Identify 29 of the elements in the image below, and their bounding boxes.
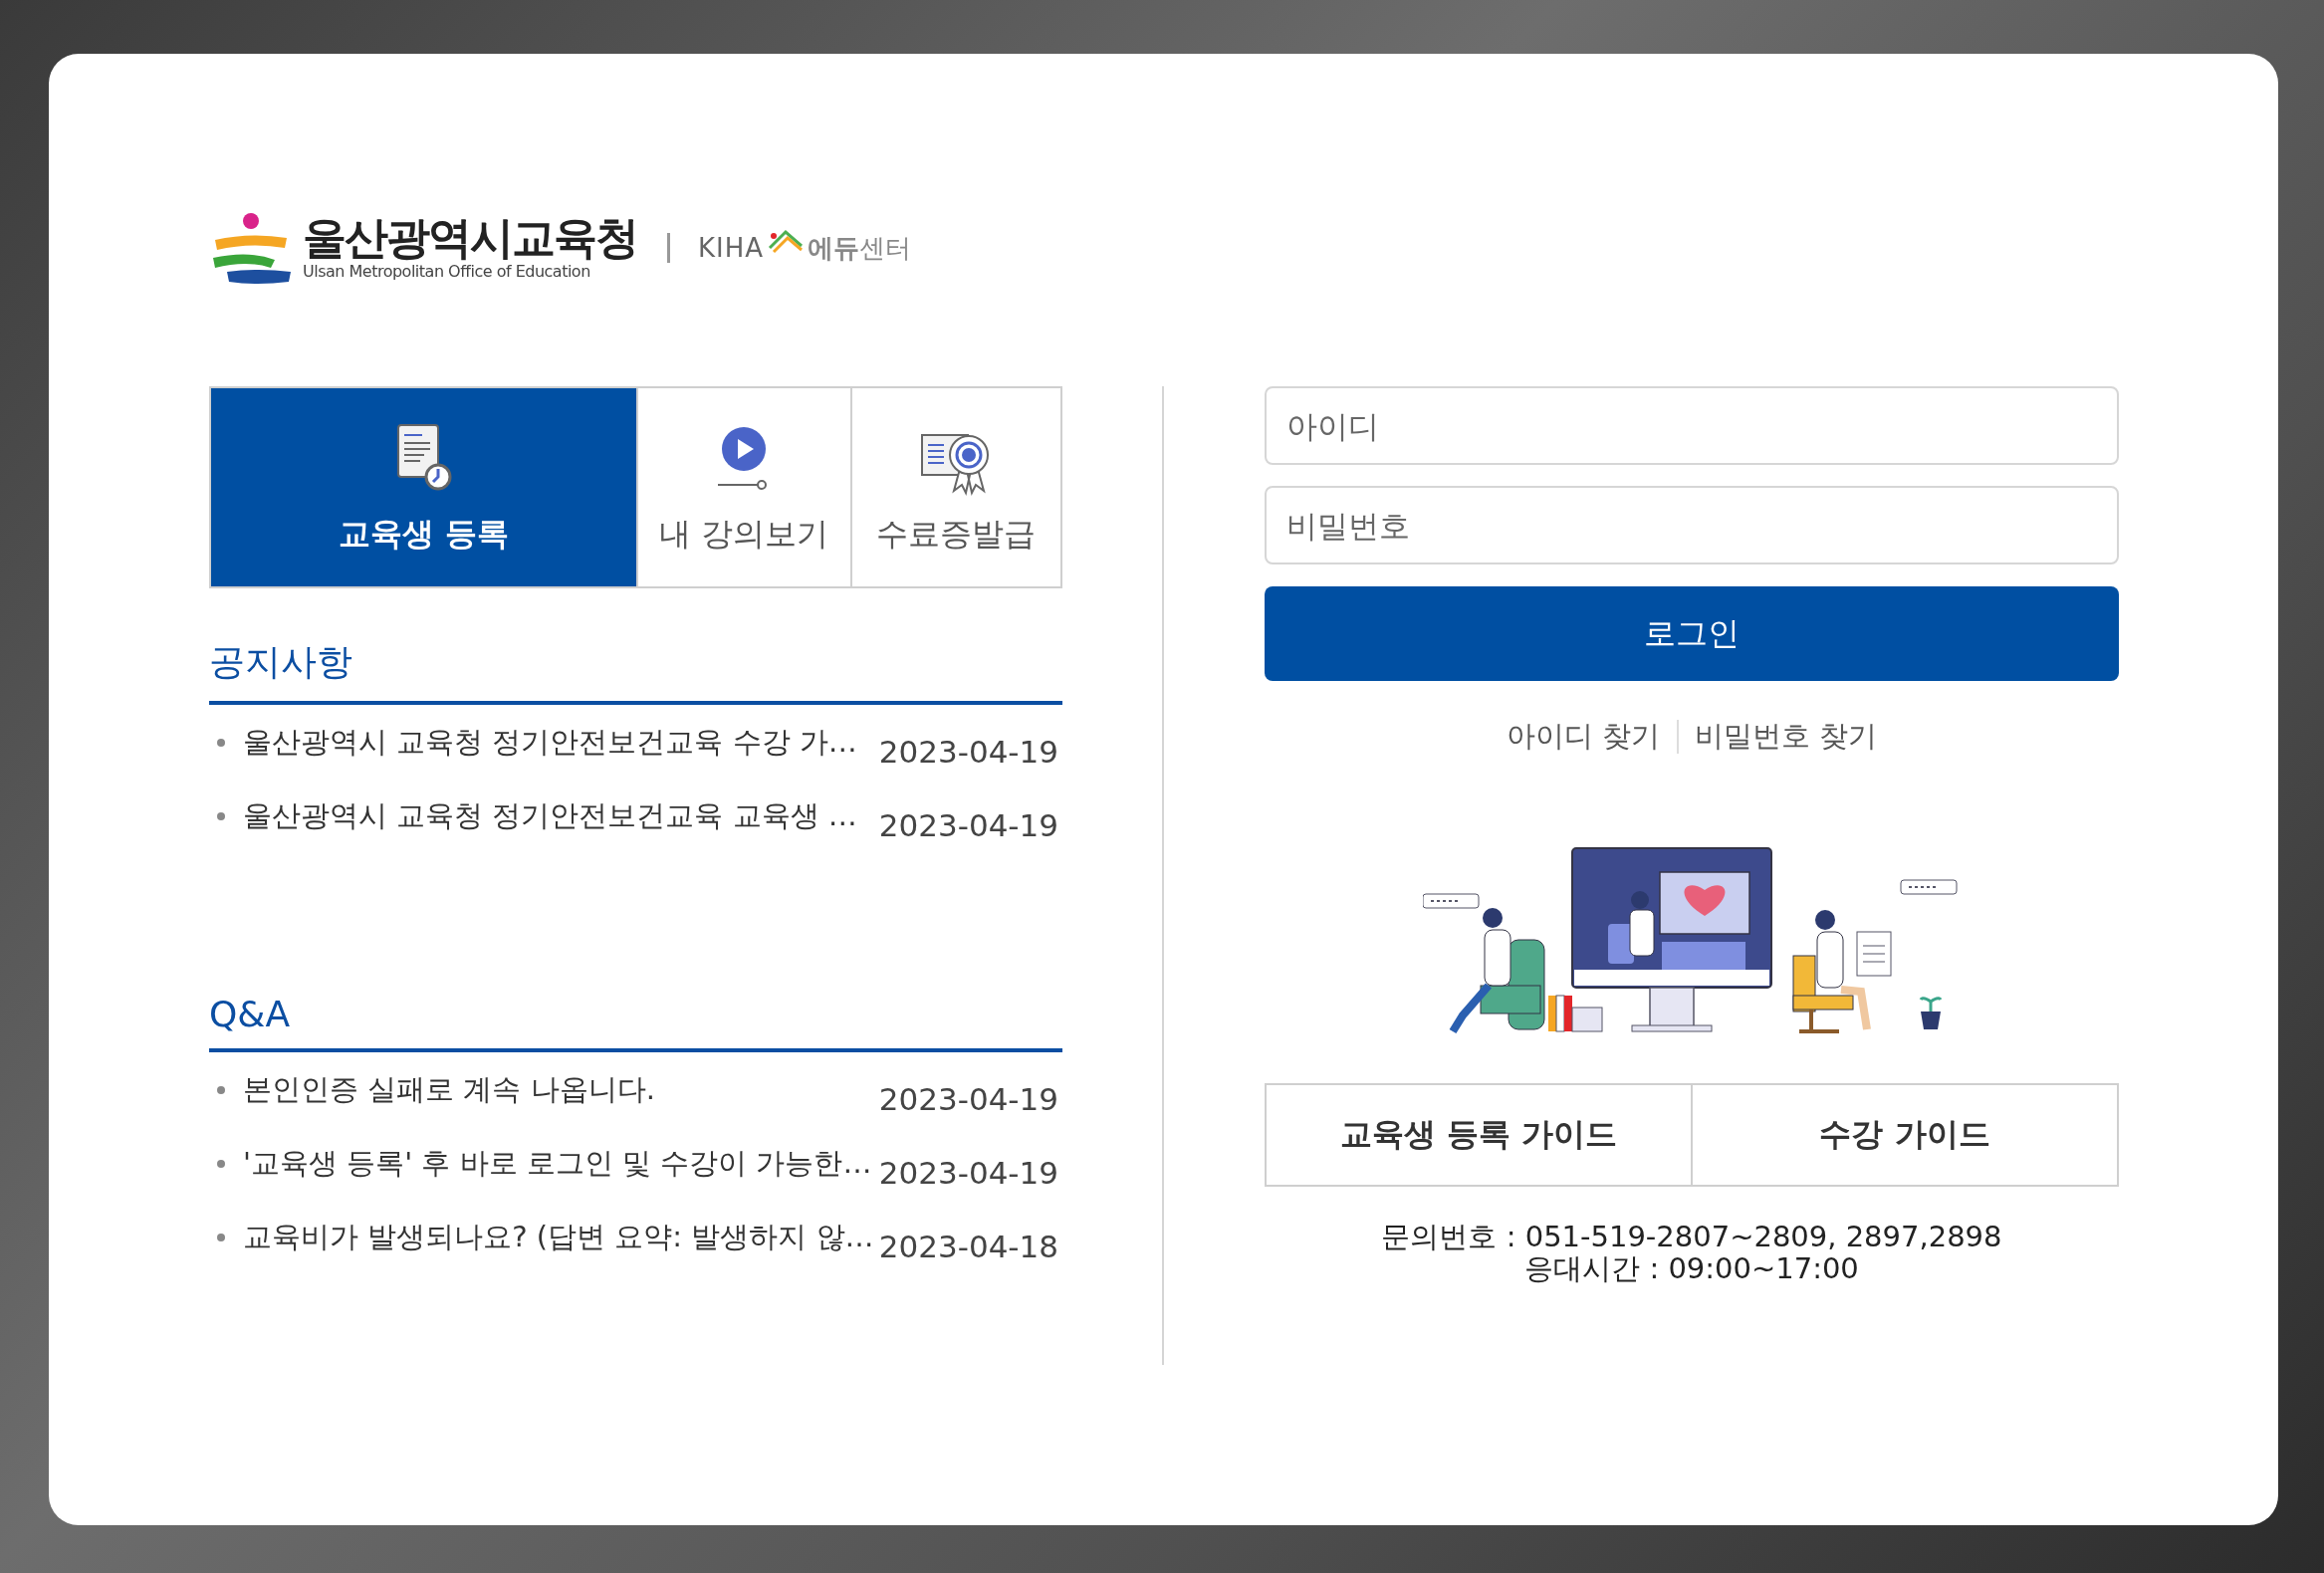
post-title-link[interactable]: 교육비가 발생되나요? (답변 요약: 발생하지 않…	[243, 1218, 879, 1275]
section-heading: 공지사항	[209, 638, 1062, 705]
post-title-link[interactable]: 본인인증 실패로 계속 나옵니다.	[243, 1070, 879, 1128]
bullet-icon	[217, 739, 225, 747]
post-date: 2023-04-19	[878, 1155, 1058, 1191]
edu-center-text: 에듀센터	[808, 231, 912, 265]
post-date: 2023-04-19	[878, 1081, 1058, 1117]
post-date: 2023-04-19	[878, 734, 1058, 770]
organization-name: 울산광역시교육청	[303, 215, 637, 262]
post-date: 2023-04-18	[878, 1229, 1058, 1264]
partner-name: KIHA	[698, 233, 765, 263]
post-title-link[interactable]: '교육생 등록' 후 바로 로그인 및 수강이 가능한…	[243, 1144, 879, 1202]
find-link[interactable]: 비밀번호 찾기	[1694, 717, 1877, 757]
post-title-link[interactable]: 울산광역시 교육청 정기안전보건교육 교육생 …	[243, 796, 879, 854]
id-field[interactable]: 아이디	[1265, 386, 2119, 465]
section-heading: Q&A	[209, 994, 1062, 1052]
post-title-link[interactable]: 울산광역시 교육청 정기안전보건교육 수강 가…	[243, 723, 879, 781]
bullet-icon	[217, 1086, 225, 1094]
bullet-icon	[217, 1160, 225, 1168]
post-date: 2023-04-19	[878, 807, 1058, 843]
menu-tab[interactable]: 교육생 등록	[211, 388, 636, 586]
bullet-icon	[217, 1234, 225, 1241]
password-field[interactable]: 비밀번호	[1265, 486, 2119, 564]
contact-info: 응대시간 : 09:00~17:00	[1524, 1252, 1859, 1284]
contact-info: 문의번호 : 051-519-2807~2809, 2897,2898	[1381, 1221, 2002, 1252]
login-button[interactable]: 로그인	[1265, 586, 2119, 681]
find-link[interactable]: 아이디 찾기	[1507, 717, 1661, 757]
organization-subtitle: Ulsan Metropolitan Office of Education	[303, 261, 591, 281]
bullet-icon	[217, 812, 225, 820]
